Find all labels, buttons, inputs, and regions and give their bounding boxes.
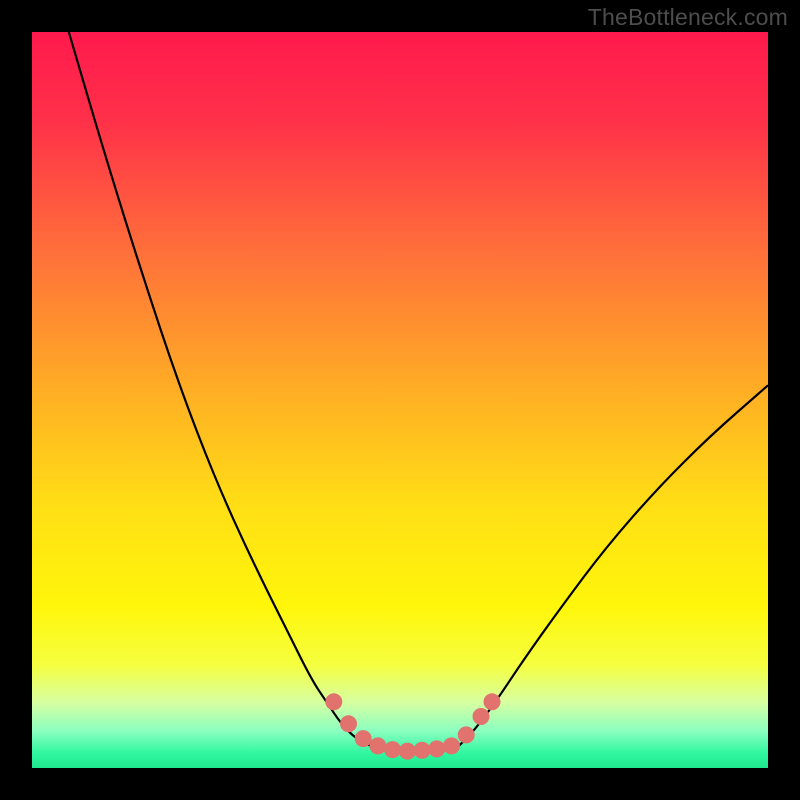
valley-marker — [458, 726, 475, 743]
valley-marker — [384, 741, 401, 758]
curve-path — [69, 32, 768, 751]
valley-marker — [428, 740, 445, 757]
valley-marker — [369, 737, 386, 754]
valley-markers — [325, 693, 500, 759]
watermark-text: TheBottleneck.com — [588, 4, 788, 31]
plot-area — [32, 32, 768, 768]
valley-marker — [484, 693, 501, 710]
valley-marker — [443, 737, 460, 754]
valley-marker — [399, 743, 416, 760]
valley-marker — [473, 708, 490, 725]
valley-marker — [414, 742, 431, 759]
valley-marker — [325, 693, 342, 710]
chart-frame: TheBottleneck.com — [0, 0, 800, 800]
valley-marker — [340, 715, 357, 732]
valley-marker — [355, 730, 372, 747]
bottleneck-curve — [32, 32, 768, 768]
